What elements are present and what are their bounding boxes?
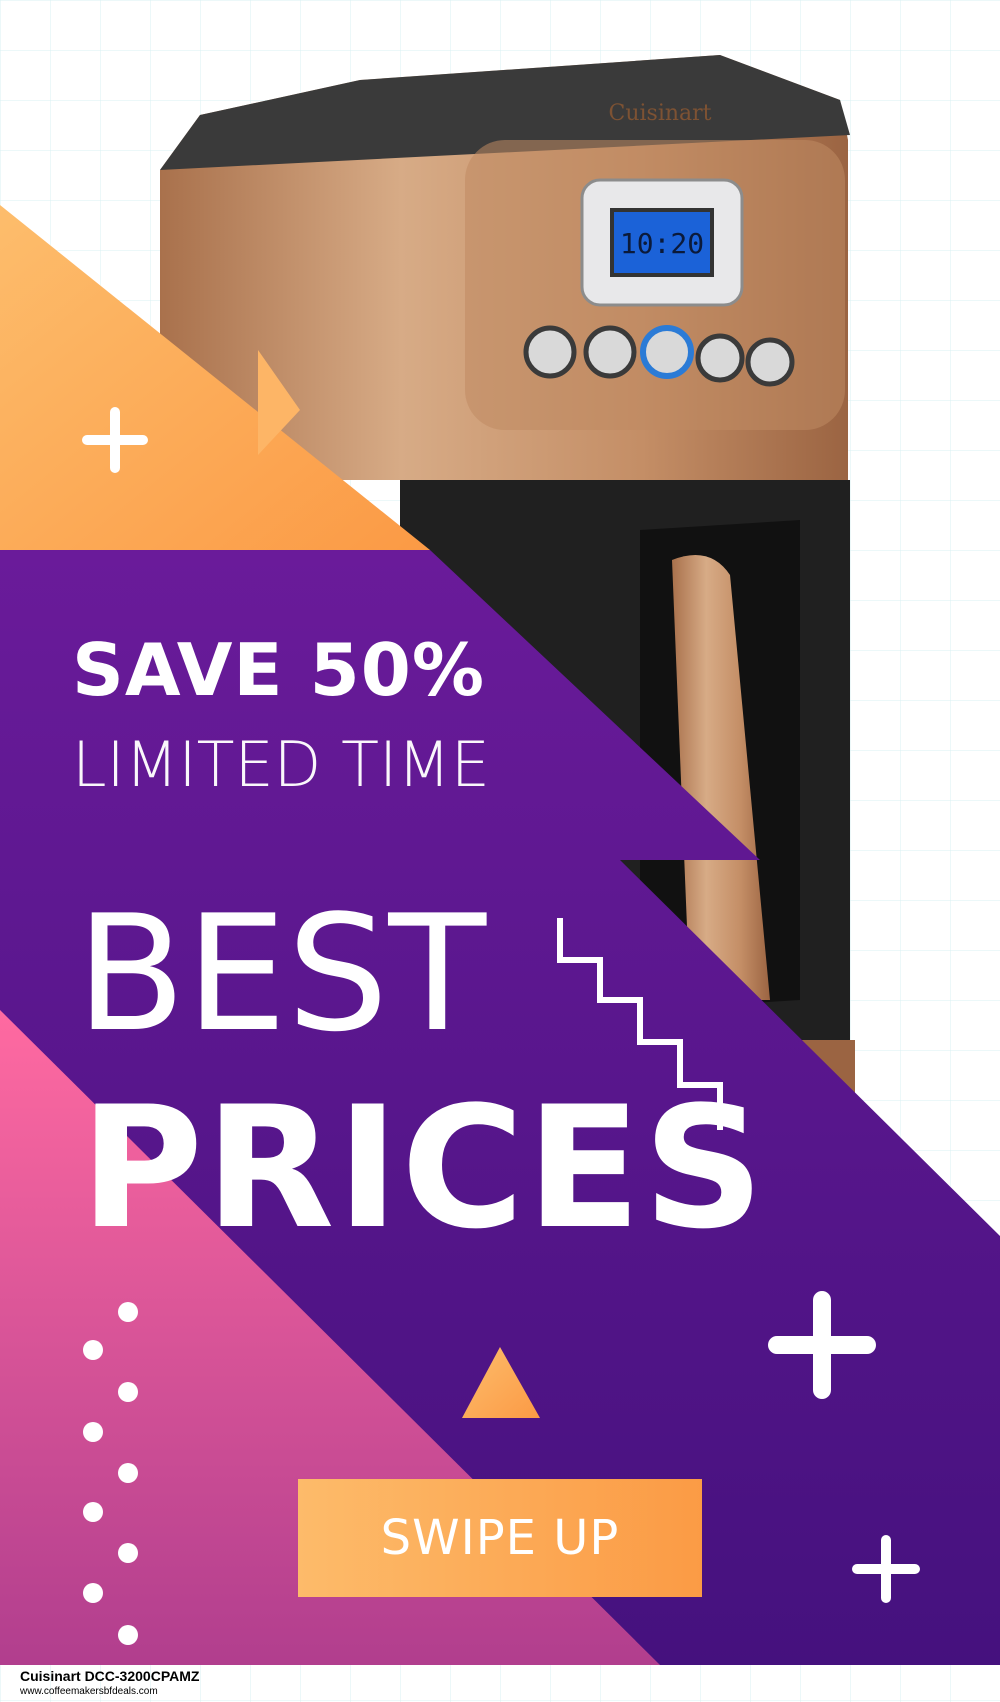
ad-banner: 10:20 Cuisinart SAVE 50% LIMITED TIME BE…	[0, 0, 1000, 1702]
limited-time-headline: LIMITED TIME	[72, 728, 490, 801]
best-headline: BEST	[76, 880, 487, 1067]
brand-mark: Cuisinart	[608, 101, 711, 126]
banner-artwork: 10:20 Cuisinart	[0, 0, 1000, 1702]
swipe-up-button[interactable]: SWIPE UP	[298, 1479, 702, 1597]
prices-headline: PRICES	[80, 1070, 767, 1266]
product-name-caption: Cuisinart DCC-3200CPAMZ	[20, 1668, 200, 1684]
site-url-caption: www.coffeemakersbfdeals.com	[20, 1686, 158, 1697]
save-headline: SAVE 50%	[72, 628, 485, 712]
lcd-time: 10:20	[620, 227, 704, 260]
